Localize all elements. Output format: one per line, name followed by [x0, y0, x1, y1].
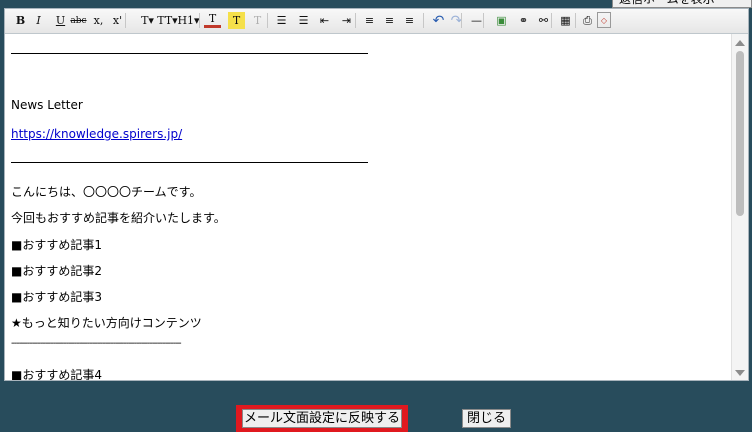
- toolbar-separator: [461, 13, 462, 28]
- toolbar-separator: [483, 13, 484, 28]
- table-icon[interactable]: ▦: [557, 12, 574, 29]
- indent-icon[interactable]: ⇥: [338, 12, 355, 29]
- highlight-color-icon[interactable]: T: [228, 12, 245, 29]
- bold-icon[interactable]: B: [12, 12, 29, 29]
- toolbar-separator: [199, 13, 200, 28]
- horizontal-rule: [11, 53, 368, 54]
- scroll-down-arrow-icon[interactable]: [735, 370, 745, 376]
- dashed-separator: ----------------------------------------…: [11, 338, 182, 349]
- apply-to-mail-button[interactable]: メール文面設定に反映する: [242, 409, 402, 428]
- strikethrough-icon[interactable]: abc: [70, 12, 87, 29]
- editor-scrollbar[interactable]: [731, 34, 748, 380]
- recommended-item-4: ■おすすめ記事4: [11, 368, 102, 380]
- align-right-icon[interactable]: ≡: [401, 12, 418, 29]
- font-size-icon[interactable]: T▾: [139, 12, 156, 29]
- toolbar-separator: [423, 13, 424, 28]
- numbered-list-icon[interactable]: ☰: [295, 12, 312, 29]
- horizontal-rule: [11, 162, 368, 163]
- recommended-item-3: ■おすすめ記事3: [11, 290, 102, 304]
- greeting-text: こんにちは、〇〇〇〇チームです。: [11, 185, 202, 199]
- unlink-icon[interactable]: ⚯: [535, 12, 552, 29]
- print-icon[interactable]: ⎙: [579, 12, 596, 29]
- close-button[interactable]: 閉じる: [462, 409, 511, 428]
- intro-text: 今回もおすすめ記事を紹介いたします。: [11, 211, 226, 225]
- scrollbar-thumb[interactable]: [736, 51, 744, 216]
- toolbar-separator: [551, 13, 552, 28]
- newsletter-link-line: https://knowledge.spirers.jp/: [11, 127, 182, 141]
- link-icon[interactable]: ⚭: [515, 12, 532, 29]
- text-color-icon[interactable]: T: [204, 12, 221, 28]
- image-icon[interactable]: ▣: [493, 12, 510, 29]
- bulleted-list-icon[interactable]: ☰: [273, 12, 290, 29]
- redo-icon[interactable]: ↷: [448, 12, 465, 29]
- more-content-heading: ★もっと知りたい方向けコンテンツ: [11, 316, 202, 330]
- recommended-item-2: ■おすすめ記事2: [11, 264, 102, 278]
- show-reply-form-button[interactable]: 返信ホームを表示: [612, 0, 752, 8]
- scroll-up-arrow-icon[interactable]: [735, 40, 745, 46]
- undo-icon[interactable]: ↶: [430, 12, 447, 29]
- toolbar-separator: [267, 13, 268, 28]
- newsletter-title: News Letter: [11, 98, 83, 112]
- rich-text-editor: B I Uabc x, x' T▾ TT▾ H1▾ T T T ☰ ☰ ⇤ ⇥ ≡ ≡ ≡ ↶ ↷ — ▣ ⚭ ⚯ ▦ ⎙ ◇ Ne…: [4, 8, 749, 381]
- underline-icon[interactable]: U: [52, 12, 69, 29]
- source-icon[interactable]: ◇: [597, 12, 611, 28]
- toolbar-separator: [125, 13, 126, 28]
- outdent-icon[interactable]: ⇤: [316, 12, 333, 29]
- superscript-icon[interactable]: x': [109, 12, 126, 29]
- editor-content[interactable]: News Letter https://knowledge.spirers.jp…: [5, 34, 732, 380]
- clear-format-icon[interactable]: T: [249, 12, 266, 29]
- toolbar-separator: [355, 13, 356, 28]
- align-center-icon[interactable]: ≡: [381, 12, 398, 29]
- recommended-item-1: ■おすすめ記事1: [11, 238, 102, 252]
- newsletter-link[interactable]: https://knowledge.spirers.jp/: [11, 127, 182, 141]
- toolbar-separator: [575, 13, 576, 28]
- align-left-icon[interactable]: ≡: [361, 12, 378, 29]
- heading-icon[interactable]: H1▾: [177, 12, 199, 29]
- subscript-icon[interactable]: x,: [90, 12, 107, 29]
- font-family-icon[interactable]: TT▾: [157, 12, 177, 29]
- italic-icon[interactable]: I: [30, 12, 47, 29]
- editor-toolbar: B I Uabc x, x' T▾ TT▾ H1▾ T T T ☰ ☰ ⇤ ⇥ ≡ ≡ ≡ ↶ ↷ — ▣ ⚭ ⚯ ▦ ⎙ ◇: [5, 9, 748, 34]
